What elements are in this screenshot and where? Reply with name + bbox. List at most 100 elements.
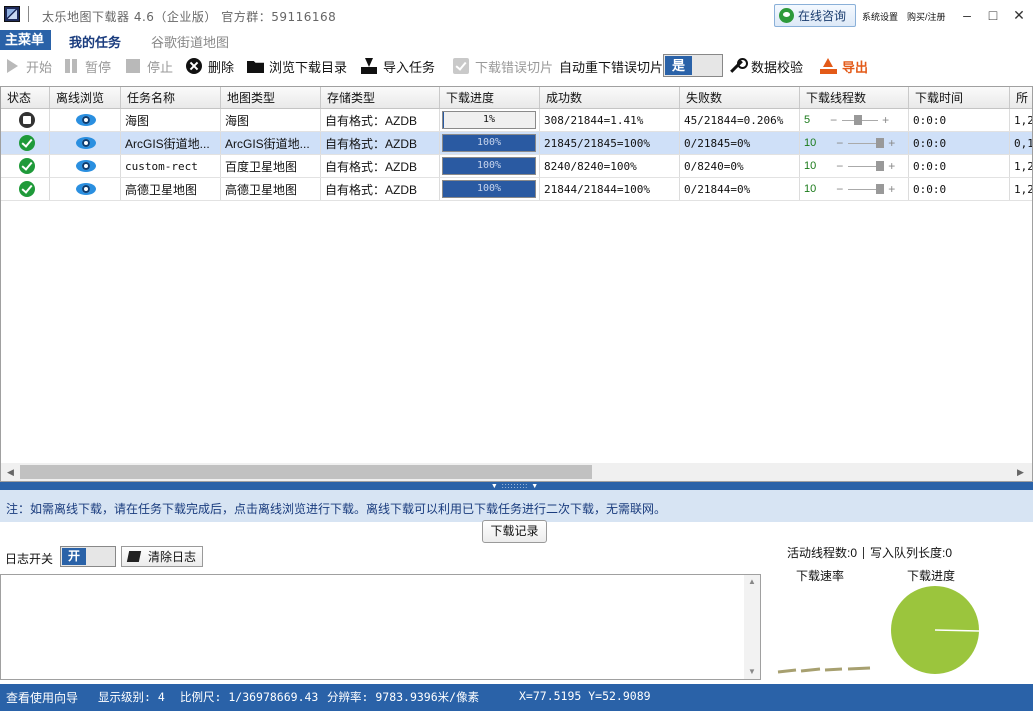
success-cell: 21845/21845=100%: [540, 132, 680, 154]
grid-horizontal-scrollbar[interactable]: ◀ ▶: [1, 463, 1032, 481]
col-header-progress[interactable]: 下载进度: [440, 87, 540, 108]
map-type-cell: 百度卫星地图: [221, 155, 321, 177]
col-header-fail[interactable]: 失败数: [680, 87, 800, 108]
tab-my-tasks[interactable]: 我的任务: [69, 32, 121, 51]
table-row[interactable]: custom-rect 百度卫星地图 自有格式：AZDB 100% 8240/8240=…: [1, 155, 1032, 178]
minus-icon[interactable]: −: [830, 113, 837, 127]
log-switch-toggle[interactable]: 开: [60, 546, 116, 567]
data-verify-button[interactable]: 数据校验: [729, 56, 803, 76]
col-header-map-type[interactable]: 地图类型: [221, 87, 321, 108]
plus-icon[interactable]: +: [888, 182, 895, 196]
col-header-extra[interactable]: 所: [1010, 87, 1032, 108]
splitter-grip-icon[interactable]: ▼ ::::::::: ▼: [480, 483, 550, 490]
plus-icon[interactable]: +: [882, 113, 889, 127]
status-complete-icon: [19, 181, 35, 197]
offline-browse-cell[interactable]: [50, 109, 121, 131]
minus-icon[interactable]: −: [836, 182, 843, 196]
export-button[interactable]: 导出: [820, 56, 868, 76]
map-type-cell: 海图: [221, 109, 321, 131]
table-row[interactable]: 高德卫星地图 高德卫星地图 自有格式：AZDB 100% 21844/21844=100…: [1, 178, 1032, 201]
map-type: ArcGIS街道地...: [225, 136, 310, 151]
col-header-offline-browse[interactable]: 离线浏览: [50, 87, 121, 108]
main-menu-button[interactable]: 主菜单: [0, 30, 51, 50]
close-button[interactable]: ✕: [1010, 6, 1028, 24]
import-task-button[interactable]: 导入任务: [361, 56, 435, 76]
auto-retry-toggle[interactable]: 是: [663, 54, 723, 77]
minus-icon[interactable]: −: [836, 136, 843, 150]
thread-count: 5: [804, 114, 811, 126]
log-textarea[interactable]: ▲ ▼: [0, 574, 761, 680]
time-cell: 0:0:0: [909, 155, 1010, 177]
minus-icon[interactable]: −: [836, 159, 843, 173]
table-row[interactable]: ArcGIS街道地... ArcGIS街道地... 自有格式：AZDB 100% 218…: [1, 132, 1032, 155]
browse-download-dir-button[interactable]: 浏览下载目录: [247, 56, 347, 76]
status-bar: 查看使用向导 显示级别: 4 比例尺: 1/36978669.43 分辨率: 9…: [0, 684, 1033, 711]
buy-register-link[interactable]: 购买/注册: [907, 10, 946, 23]
toolbar: 开始 暂停 停止 删除 浏览下载目录 导入任务 下载错误切片 自动重下错误切片 …: [0, 52, 1033, 80]
table-row[interactable]: 海图 海图 自有格式：AZDB 1% 308/21844=1.41% 45/21844=0…: [1, 109, 1032, 132]
thread-slider[interactable]: − +: [830, 113, 890, 127]
pause-icon: [63, 58, 79, 74]
slider-thumb[interactable]: [853, 115, 862, 125]
tab-google-street-map[interactable]: 谷歌街道地图: [151, 32, 229, 51]
eye-icon[interactable]: [76, 137, 96, 149]
scroll-down-arrow-icon[interactable]: ▼: [748, 667, 756, 676]
stop-icon: [125, 58, 141, 74]
col-header-status[interactable]: 状态: [1, 87, 50, 108]
task-name: 高德卫星地图: [125, 182, 198, 197]
stop-label: 停止: [147, 59, 174, 75]
scroll-right-arrow-icon[interactable]: ▶: [1017, 467, 1024, 478]
eye-icon[interactable]: [76, 160, 96, 172]
system-settings-link[interactable]: 系统设置: [862, 10, 898, 23]
map-scale: 比例尺: 1/36978669.43: [180, 690, 319, 704]
stop-button[interactable]: 停止: [125, 56, 173, 76]
log-switch-value: 开: [62, 548, 86, 565]
map-type: 百度卫星地图: [225, 159, 298, 174]
eye-icon[interactable]: [76, 114, 96, 126]
thread-slider[interactable]: − +: [836, 182, 896, 196]
log-vertical-scrollbar[interactable]: ▲ ▼: [744, 575, 760, 679]
display-level: 显示级别: 4: [98, 690, 165, 704]
user-guide-link[interactable]: 查看使用向导: [6, 689, 78, 706]
app-logo-icon: [4, 6, 20, 22]
scrollbar-thumb[interactable]: [20, 465, 592, 479]
offline-browse-cell[interactable]: [50, 155, 121, 177]
start-label: 开始: [26, 59, 53, 75]
col-header-success[interactable]: 成功数: [540, 87, 680, 108]
slider-thumb[interactable]: [876, 138, 885, 148]
download-error-tiles-button[interactable]: 下载错误切片: [453, 56, 553, 76]
slider-thumb[interactable]: [876, 161, 885, 171]
col-header-time[interactable]: 下载时间: [909, 87, 1010, 108]
storage-type: 自有格式：AZDB: [325, 113, 418, 128]
chat-icon: [779, 8, 794, 23]
scroll-up-arrow-icon[interactable]: ▲: [748, 577, 756, 586]
pause-button[interactable]: 暂停: [63, 56, 111, 76]
thread-slider[interactable]: − +: [836, 159, 896, 173]
scroll-left-arrow-icon[interactable]: ◀: [7, 467, 14, 478]
map-type: 海图: [225, 113, 250, 128]
plus-icon[interactable]: +: [888, 159, 895, 173]
maximize-button[interactable]: □: [984, 6, 1002, 24]
eye-icon[interactable]: [76, 183, 96, 195]
offline-browse-cell[interactable]: [50, 132, 121, 154]
online-consult-button[interactable]: 在线咨询: [774, 4, 856, 27]
thread-slider[interactable]: − +: [836, 136, 896, 150]
minimize-button[interactable]: –: [958, 6, 976, 24]
col-header-threads[interactable]: 下载线程数: [800, 87, 909, 108]
tab-download-log[interactable]: 下载记录: [482, 520, 547, 543]
progress-cell: 100%: [440, 178, 540, 200]
extra-value: 0,1: [1014, 136, 1033, 150]
col-header-storage-type[interactable]: 存储类型: [321, 87, 440, 108]
delete-button[interactable]: 删除: [186, 56, 234, 76]
panel-splitter[interactable]: ▼ ::::::::: ▼: [0, 482, 1033, 490]
offline-browse-cell[interactable]: [50, 178, 121, 200]
play-icon: [4, 58, 20, 74]
error-tiles-label: 下载错误切片: [475, 59, 554, 75]
slider-thumb[interactable]: [876, 184, 885, 194]
start-button[interactable]: 开始: [4, 56, 52, 76]
status-complete-icon: [19, 158, 35, 174]
plus-icon[interactable]: +: [888, 136, 895, 150]
task-name: custom-rect: [125, 159, 198, 173]
col-header-task-name[interactable]: 任务名称: [121, 87, 221, 108]
clear-log-button[interactable]: 清除日志: [121, 546, 203, 567]
